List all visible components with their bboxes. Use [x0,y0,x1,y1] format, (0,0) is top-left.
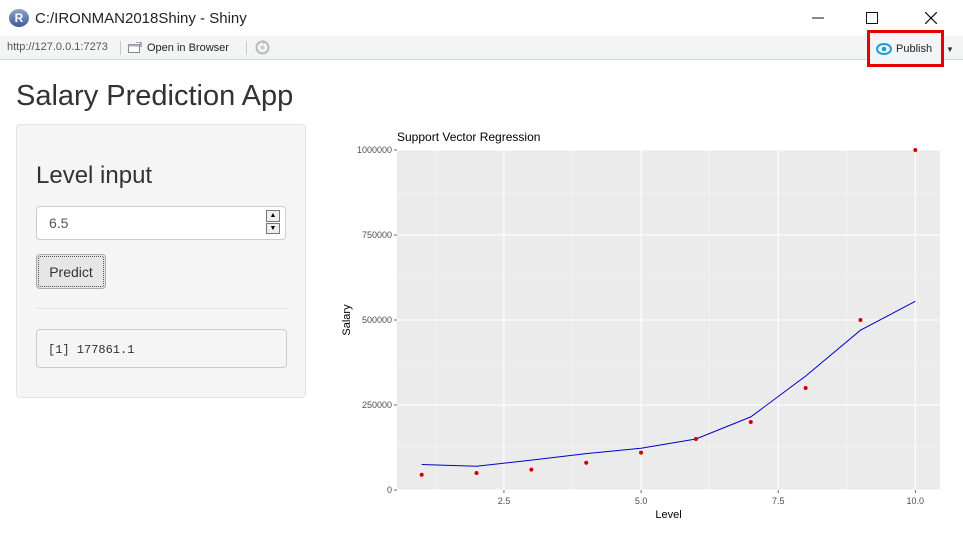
y-tick-label: 0 [387,485,392,495]
prediction-output: [1] 177861.1 [36,329,287,368]
data-point [748,420,753,424]
chevron-down-icon[interactable]: ▼ [946,45,954,54]
level-input[interactable] [36,206,286,240]
publish-icon [876,42,892,55]
data-point [913,148,918,152]
open-in-browser-label: Open in Browser [147,42,229,54]
data-point [584,460,589,465]
open-in-browser-button[interactable]: Open in Browser [128,39,229,57]
x-tick-label: 10.0 [907,496,925,506]
x-tick-label: 2.5 [498,496,511,506]
y-tick-label: 250000 [362,400,392,410]
toolbar-separator [246,41,247,55]
data-point [529,467,534,472]
close-icon [925,12,937,24]
spin-down-icon[interactable]: ▼ [266,222,280,234]
publish-button[interactable]: Publish [867,30,944,67]
data-point [474,471,479,475]
chart-title: Support Vector Regression [397,130,540,144]
y-tick-label: 1000000 [357,145,392,155]
svr-plot: 0 250000 500000 750000 1000000 2.5 5.0 7.5 10.0… [341,130,940,521]
window-title: C:/IRONMAN2018Shiny - Shiny [35,10,247,27]
data-point [858,318,863,322]
open-browser-icon [128,42,142,53]
page-title: Salary Prediction App [16,80,294,112]
publish-label: Publish [896,42,933,55]
data-point [639,450,644,455]
minimize-button[interactable] [795,0,841,36]
viewer-toolbar: http://127.0.0.1:7273 Open in Browser [0,36,963,60]
minimize-icon [812,17,824,19]
refresh-icon[interactable] [254,39,271,56]
toolbar-separator [120,41,121,55]
y-tick-label: 500000 [362,315,392,325]
data-point [419,472,424,477]
divider [36,308,287,309]
sidebar-panel: Level input ▲ ▼ Predict [1] 177861.1 [16,124,306,398]
y-axis-label: Salary [341,304,353,336]
data-point [803,386,808,390]
url-display: http://127.0.0.1:7273 [7,41,108,53]
data-point [693,437,698,441]
x-tick-label: 7.5 [772,496,785,506]
number-spinner[interactable]: ▲ ▼ [266,210,280,234]
spin-up-icon[interactable]: ▲ [266,210,280,222]
r-logo-icon: R [9,9,29,27]
predict-button[interactable]: Predict [36,254,106,289]
level-input-label: Level input [36,162,153,189]
window-title-bar: R C:/IRONMAN2018Shiny - Shiny [0,0,963,36]
x-tick-label: 5.0 [635,496,648,506]
y-tick-label: 750000 [362,230,392,240]
maximize-icon [866,12,878,24]
x-axis-label: Level [655,509,681,521]
